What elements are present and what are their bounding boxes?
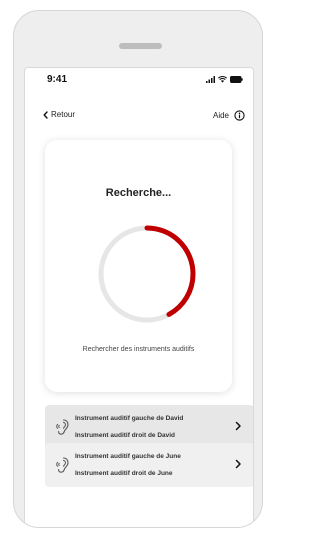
nav-bar: Retour Aide [25,110,253,126]
battery-icon [230,76,243,83]
back-label: Retour [51,110,76,119]
phone-frame: 9:41 Retour Aide Recherche... Rechercher… [13,10,263,528]
help-label: Aide [212,111,229,120]
hearing-aid-icon [56,419,69,435]
chevron-right-icon [235,421,241,431]
search-progress-ring [98,225,196,323]
device-row-june[interactable]: Instrument auditif gauche de June Instru… [45,443,253,487]
search-caption: Rechercher des instruments auditifs [82,346,195,353]
device-row-line2: Instrument auditif droit de June [75,470,173,477]
help-button[interactable]: Aide [213,110,245,121]
back-button[interactable]: Retour [43,110,75,119]
status-icons [206,76,243,83]
status-time: 9:41 [47,74,68,85]
chevron-left-icon [43,110,48,119]
search-title: Recherche... [105,187,172,199]
hearing-aid-icon [56,457,69,473]
phone-speaker [119,43,162,49]
search-card: Recherche... Rechercher des instruments … [45,140,232,392]
chevron-right-icon [235,459,241,469]
device-row-line1: Instrument auditif gauche de June [75,453,181,460]
wifi-icon [218,76,227,83]
info-icon [234,110,245,121]
cellular-signal-icon [206,76,215,83]
app-screen: 9:41 Retour Aide Recherche... Rechercher… [24,67,254,527]
device-row-line1: Instrument auditif gauche de David [75,415,184,422]
device-row-line2: Instrument auditif droit de David [75,432,176,439]
status-bar: 9:41 [25,68,253,90]
